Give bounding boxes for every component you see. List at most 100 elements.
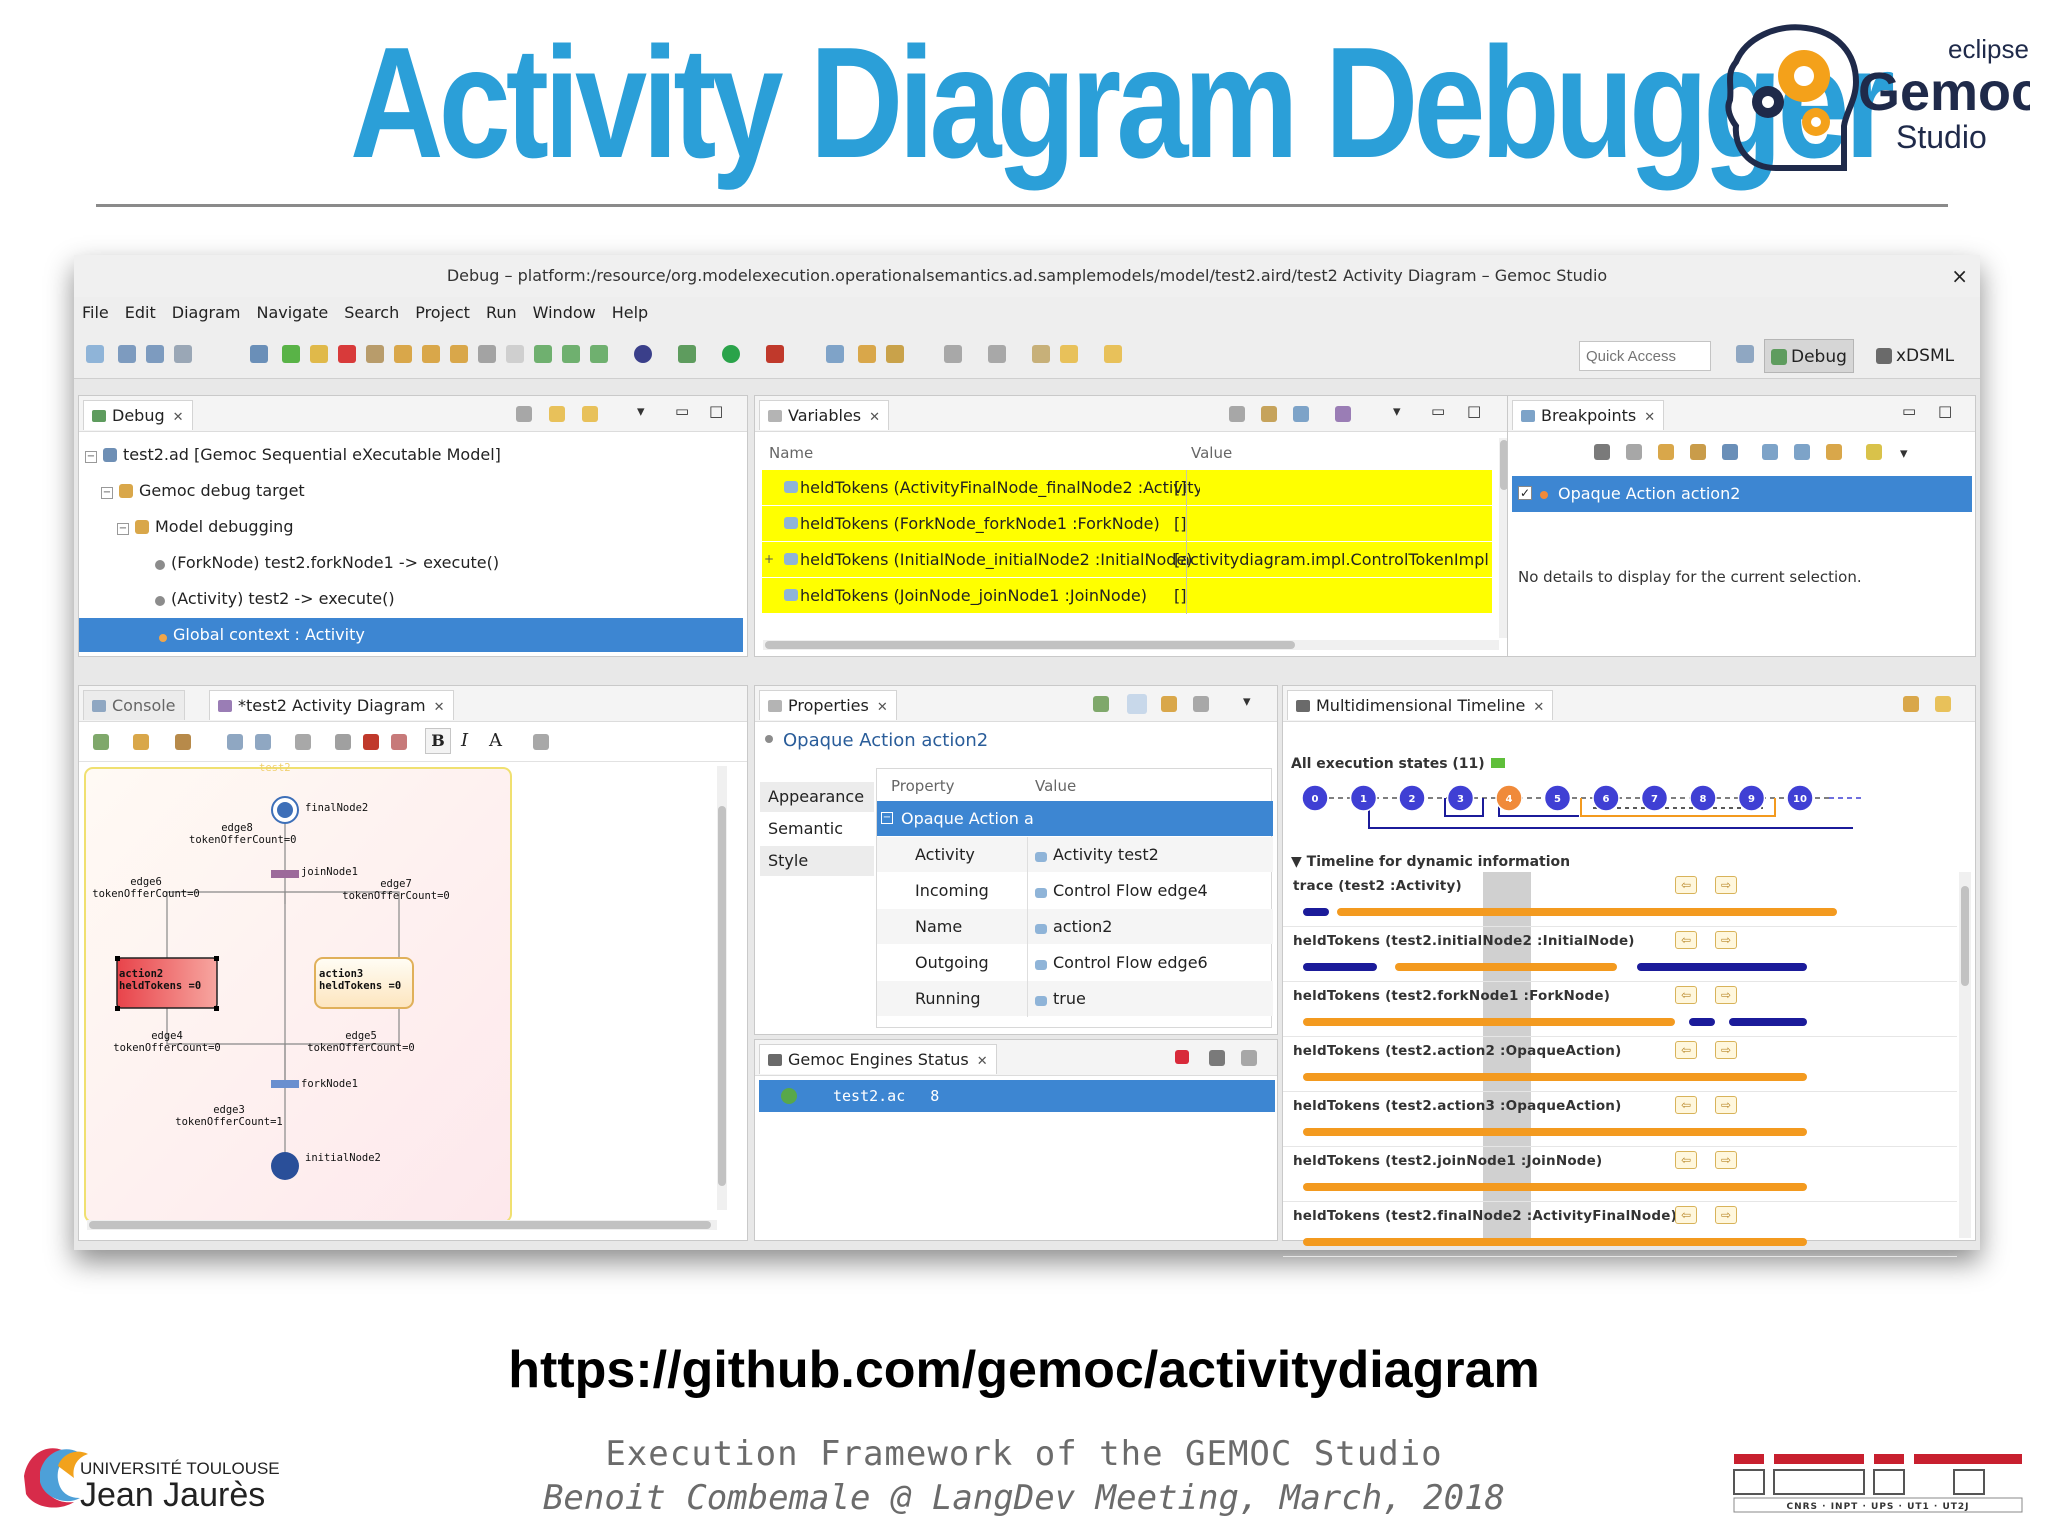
collapse-icon[interactable]: − [85,451,97,463]
suspend-icon[interactable] [310,345,328,363]
save-all-icon[interactable] [146,345,164,363]
close-icon[interactable]: ✕ [1533,700,1544,715]
view-menu-icon[interactable]: ▾ [1243,692,1251,710]
remove-engine-icon[interactable] [1209,1050,1225,1066]
expand-all-icon[interactable] [1762,444,1778,460]
next-value-button[interactable]: ⇨ [1715,1041,1737,1059]
minimize-icon[interactable]: ▭ [1431,402,1445,420]
font-color-button[interactable]: A [489,728,502,754]
column-header-property[interactable]: Property [891,777,954,795]
last-edit-icon[interactable] [1032,345,1050,363]
previous-value-button[interactable]: ⇦ [1675,931,1697,949]
delete-icon[interactable] [363,734,379,750]
drop-to-frame-icon[interactable] [478,345,496,363]
forward-icon[interactable] [1104,345,1122,363]
collapse-icon[interactable]: − [101,487,113,499]
execution-state-node[interactable]: 3 [1446,784,1475,812]
tab-console[interactable]: Console [83,690,185,720]
expand-icon[interactable]: + [764,542,774,577]
layout-icon[interactable] [1903,696,1919,712]
horizontal-scrollbar[interactable] [87,1220,717,1230]
back-icon[interactable] [1060,345,1078,363]
disconnect-icon[interactable] [366,345,384,363]
tab-breakpoints[interactable]: Breakpoints ✕ [1512,400,1665,430]
vertical-scrollbar[interactable] [717,766,727,1210]
next-value-button[interactable]: ⇨ [1715,1096,1737,1114]
pin-icon[interactable] [335,734,351,750]
step-into-icon[interactable] [394,345,412,363]
execution-state-node[interactable]: 6 [1592,784,1620,812]
column-header-name[interactable]: Name [769,444,813,462]
column-header-value[interactable]: Value [1191,444,1232,462]
menu-window[interactable]: Window [525,297,604,329]
execution-state-node[interactable]: 1 [1349,784,1378,812]
backward-step-into-icon[interactable] [534,345,552,363]
backward-step-out-icon[interactable] [590,345,608,363]
repository-url[interactable]: https://github.com/gemoc/activitydiagram [0,1340,2048,1400]
show-advanced-icon[interactable] [1161,696,1177,712]
value-span-bar[interactable] [1303,1238,1807,1246]
quick-access-input[interactable] [1579,341,1711,371]
layers-icon[interactable] [133,734,149,750]
property-row[interactable]: Outgoing Control Flow edge6 [877,945,1273,980]
perspective-xdsml[interactable]: xDSML [1870,339,1960,373]
step-filters-icon[interactable] [506,345,524,363]
show-type-names-icon[interactable] [1229,406,1245,422]
variable-row[interactable]: heldTokens (JoinNode_joinNode1 :JoinNode… [762,578,1492,613]
minimize-icon[interactable]: ▭ [675,402,689,420]
refresh-icon[interactable] [295,734,311,750]
scrollbar-thumb[interactable] [89,1221,711,1229]
timeline-row[interactable]: heldTokens (test2.action3 :OpaqueAction)… [1283,1092,1957,1147]
value-span-bar[interactable] [1303,1073,1807,1081]
remove-all-engines-icon[interactable] [1241,1050,1257,1066]
next-value-button[interactable]: ⇨ [1715,1206,1737,1224]
menu-run[interactable]: Run [478,297,525,329]
tab-debug[interactable]: Debug ✕ [83,400,193,430]
prev-annotation-icon[interactable] [988,345,1006,363]
tab-timeline[interactable]: Multidimensional Timeline ✕ [1287,690,1554,720]
variable-row[interactable]: + heldTokens (InitialNode_initialNode2 :I… [762,542,1492,577]
tab-properties[interactable]: Properties ✕ [759,690,897,720]
terminate-icon[interactable] [338,345,356,363]
maximize-icon[interactable]: □ [709,402,723,420]
value-span-bar[interactable] [1303,1183,1807,1191]
play-icon[interactable] [1490,758,1505,768]
engine-row[interactable]: test2.ac 8 [759,1080,1275,1112]
remove-all-breakpoints-icon[interactable] [1626,444,1642,460]
value-span-bar[interactable] [1637,963,1807,971]
next-value-button[interactable]: ⇨ [1715,986,1737,1004]
pin-view-icon[interactable] [1093,696,1109,712]
tree-item-global-context[interactable]: Global context : Activity [79,618,743,652]
close-icon[interactable]: ✕ [434,700,445,715]
variable-row[interactable]: heldTokens (ActivityFinalNode_finalNode2… [762,470,1492,505]
previous-value-button[interactable]: ⇦ [1675,986,1697,1004]
timeline-row[interactable]: heldTokens (test2.joinNode1 :JoinNode) ⇦ ⇨ [1283,1147,1957,1202]
run-icon[interactable] [722,345,740,363]
previous-value-button[interactable]: ⇦ [1675,1041,1697,1059]
column-header-value[interactable]: Value [1035,777,1076,795]
previous-value-button[interactable]: ⇦ [1675,1096,1697,1114]
show-logical-structure-icon[interactable] [1261,406,1277,422]
window-close-button[interactable]: × [1951,255,1968,297]
previous-value-button[interactable]: ⇦ [1675,1206,1697,1224]
execution-state-node[interactable]: 4 [1495,784,1523,812]
horizontal-scrollbar[interactable] [763,640,1499,650]
timeline-row[interactable]: heldTokens (test2.forkNode1 :ForkNode) ⇦ ⇨ [1283,982,1957,1037]
execution-state-node[interactable]: 8 [1689,784,1717,812]
open-type-icon[interactable] [858,345,876,363]
skip-breakpoints-icon[interactable] [250,345,268,363]
step-return-icon[interactable] [450,345,468,363]
backward-step-over-icon[interactable] [562,345,580,363]
tab-diagram[interactable]: *test2 Activity Diagram ✕ [209,690,454,720]
timeline-row[interactable]: trace (test2 :Activity) ⇦ ⇨ [1283,872,1957,927]
show-categories-icon[interactable] [1127,694,1147,714]
menu-file[interactable]: File [74,297,117,329]
skip-all-icon[interactable] [1722,444,1738,460]
resume-icon[interactable] [282,345,300,363]
show-breakpoints-icon[interactable] [1658,444,1674,460]
value-span-bar[interactable] [1337,908,1837,916]
select-icon[interactable] [93,734,109,750]
step-over-icon[interactable] [422,345,440,363]
delete-from-model-icon[interactable] [391,734,407,750]
next-value-button[interactable]: ⇨ [1715,876,1737,894]
